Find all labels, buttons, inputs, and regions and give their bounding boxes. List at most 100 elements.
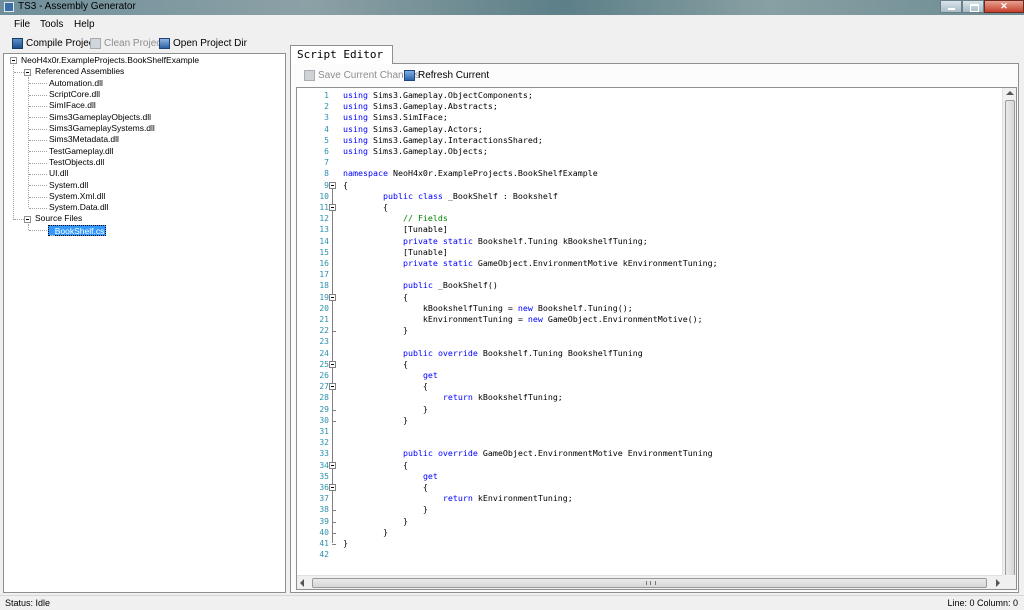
collapse-toggle-referenced[interactable] bbox=[24, 69, 31, 76]
code-line[interactable]: using Sims3.Gameplay.InteractionsShared; bbox=[343, 135, 543, 146]
tree-referenced-assemblies[interactable]: Referenced Assemblies bbox=[35, 66, 124, 77]
line-number: 31 bbox=[319, 427, 329, 436]
fold-toggle-icon[interactable] bbox=[329, 383, 336, 391]
code-line[interactable]: } bbox=[343, 504, 428, 515]
code-line[interactable]: kEnvironmentTuning = new GameObject.Envi… bbox=[343, 314, 703, 325]
fold-end-mark bbox=[332, 409, 336, 411]
tree-root[interactable]: NeoH4x0r.ExampleProjects.BookShelfExampl… bbox=[21, 55, 199, 66]
refresh-current-button[interactable]: Refresh Current bbox=[404, 68, 489, 82]
tree-source-files[interactable]: Source Files bbox=[35, 213, 82, 224]
tree-guide bbox=[29, 185, 47, 186]
close-button[interactable]: ✕ bbox=[984, 0, 1024, 13]
tree-assembly-item[interactable]: TestGameplay.dll bbox=[49, 146, 114, 157]
line-number: 37 bbox=[319, 494, 329, 504]
code-line[interactable]: { bbox=[343, 460, 408, 471]
code-editor[interactable]: 1 2 3 4 5 6 7 8 9 10 11 12 13 14 15 16 17 18 19 20 21 22 23 24 2… bbox=[296, 87, 1017, 590]
tree-assembly-item[interactable]: Sims3GameplaySystems.dll bbox=[49, 123, 155, 134]
code-line[interactable]: public class _BookShelf : Bookshelf bbox=[343, 191, 558, 202]
code-line[interactable]: private static GameObject.EnvironmentMot… bbox=[343, 258, 718, 269]
fold-toggle-icon[interactable] bbox=[329, 204, 336, 211]
code-line[interactable]: } bbox=[343, 516, 408, 527]
code-line[interactable]: // Fields bbox=[343, 213, 448, 224]
code-line[interactable]: public override GameObject.EnvironmentMo… bbox=[343, 448, 713, 459]
code-line[interactable]: using Sims3.Gameplay.ObjectComponents; bbox=[343, 90, 533, 101]
open-project-dir-button[interactable]: Open Project Dir bbox=[159, 36, 247, 50]
code-line[interactable]: kBookshelfTuning = new Bookshelf.Tuning(… bbox=[343, 303, 633, 314]
code-line[interactable]: { bbox=[343, 359, 408, 370]
fold-toggle-icon[interactable] bbox=[329, 484, 336, 491]
code-line[interactable]: get bbox=[343, 471, 438, 482]
tree-assembly-item[interactable]: System.dll bbox=[49, 180, 88, 191]
code-line[interactable]: [Tunable] bbox=[343, 247, 448, 258]
collapse-toggle-root[interactable] bbox=[10, 57, 17, 64]
fold-end-mark bbox=[332, 521, 336, 523]
compile-project-button[interactable]: Compile Project bbox=[12, 36, 97, 50]
vertical-scrollbar[interactable] bbox=[1002, 88, 1016, 589]
code-line[interactable]: { bbox=[343, 202, 388, 213]
menu-help[interactable]: Help bbox=[74, 19, 95, 30]
code-line[interactable]: } bbox=[343, 538, 348, 549]
code-line[interactable]: using Sims3.SimIFace; bbox=[343, 112, 448, 123]
tree-assembly-item[interactable]: UI.dll bbox=[49, 168, 68, 179]
clean-project-button[interactable]: Clean Project bbox=[90, 36, 164, 50]
code-line[interactable]: return kBookshelfTuning; bbox=[343, 392, 563, 403]
fold-toggle-icon[interactable] bbox=[329, 461, 336, 469]
code-line[interactable]: namespace NeoH4x0r.ExampleProjects.BookS… bbox=[343, 168, 598, 179]
tree-assembly-item[interactable]: Sims3GameplayObjects.dll bbox=[49, 112, 151, 123]
code-line[interactable]: public _BookShelf() bbox=[343, 280, 498, 291]
horizontal-scroll-thumb[interactable] bbox=[312, 578, 987, 588]
code-line[interactable]: private static Bookshelf.Tuning kBookshe… bbox=[343, 236, 648, 247]
code-line[interactable]: using Sims3.Gameplay.Objects; bbox=[343, 146, 488, 157]
horizontal-scrollbar[interactable] bbox=[297, 575, 1003, 589]
line-number: 23 bbox=[319, 337, 329, 347]
tree-assembly-item[interactable]: ScriptCore.dll bbox=[49, 89, 100, 100]
project-tree[interactable]: NeoH4x0r.ExampleProjects.BookShelfExampl… bbox=[3, 53, 286, 593]
line-number: 4 bbox=[324, 124, 329, 134]
code-line[interactable]: get bbox=[343, 370, 438, 381]
menu-file[interactable]: File bbox=[14, 19, 30, 30]
line-number-gutter: 1 2 3 4 5 6 7 8 9 10 11 12 13 14 15 16 17 18 19 20 21 22 23 24 2… bbox=[297, 88, 329, 589]
code-line[interactable]: } bbox=[343, 415, 408, 426]
code-line[interactable]: } bbox=[343, 404, 428, 415]
code-line[interactable]: { bbox=[343, 180, 348, 191]
minimize-button[interactable] bbox=[940, 0, 962, 13]
code-line[interactable]: { bbox=[343, 381, 428, 392]
line-number: 13 bbox=[319, 225, 329, 235]
code-line[interactable]: public override Bookshelf.Tuning Bookshe… bbox=[343, 348, 643, 359]
code-line[interactable]: { bbox=[343, 292, 408, 303]
scroll-left-arrow-icon[interactable] bbox=[300, 579, 304, 587]
line-number: 7 bbox=[324, 158, 329, 168]
tree-assembly-item[interactable]: Automation.dll bbox=[49, 78, 103, 89]
fold-toggle-icon[interactable] bbox=[329, 360, 336, 368]
clean-project-label: Clean Project bbox=[104, 37, 165, 49]
code-line[interactable]: using Sims3.Gameplay.Abstracts; bbox=[343, 101, 498, 112]
code-line[interactable]: return kEnvironmentTuning; bbox=[343, 493, 573, 504]
tree-assembly-item[interactable]: System.Data.dll bbox=[49, 202, 109, 213]
tree-source-file-selected[interactable]: _BookShelf.cs bbox=[48, 225, 107, 236]
main-toolbar: Compile Project Clean Project Open Proje… bbox=[0, 34, 290, 51]
tree-assembly-item[interactable]: System.Xml.dll bbox=[49, 191, 105, 202]
tree-assembly-item[interactable]: Sims3Metadata.dll bbox=[49, 134, 119, 145]
collapse-toggle-sources[interactable] bbox=[24, 216, 31, 223]
fold-toggle-icon[interactable] bbox=[329, 293, 336, 301]
maximize-button[interactable] bbox=[962, 0, 984, 13]
scroll-up-arrow-icon[interactable] bbox=[1006, 91, 1014, 95]
compile-icon bbox=[12, 37, 23, 49]
window-title: TS3 - Assembly Generator bbox=[18, 1, 136, 12]
save-changes-button[interactable]: Save Current Changes bbox=[304, 68, 420, 82]
tab-script-editor[interactable]: Script Editor bbox=[290, 45, 393, 64]
scroll-right-arrow-icon[interactable] bbox=[996, 579, 1000, 587]
tree-assembly-item[interactable]: SimIFace.dll bbox=[49, 100, 96, 111]
tree-assembly-item[interactable]: TestObjects.dll bbox=[49, 157, 104, 168]
tree-guide bbox=[13, 65, 14, 220]
code-line[interactable]: [Tunable] bbox=[343, 224, 448, 235]
fold-toggle-icon[interactable] bbox=[329, 181, 336, 189]
line-number: 19 bbox=[319, 292, 329, 302]
code-line[interactable]: } bbox=[343, 527, 388, 538]
code-line[interactable]: using Sims3.Gameplay.Actors; bbox=[343, 124, 483, 135]
code-line[interactable]: { bbox=[343, 482, 428, 493]
code-line[interactable]: } bbox=[343, 325, 408, 336]
menu-tools[interactable]: Tools bbox=[40, 19, 63, 30]
line-number: 39 bbox=[319, 516, 329, 526]
vertical-scroll-thumb[interactable] bbox=[1005, 100, 1015, 578]
